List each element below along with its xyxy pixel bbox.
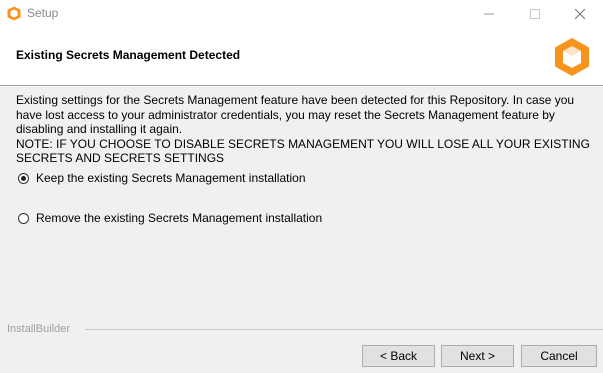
option-remove-label: Remove the existing Secrets Management i… (36, 211, 323, 225)
setup-app-icon (7, 6, 21, 21)
radio-unselected-icon[interactable] (18, 212, 29, 224)
maximize-icon (530, 8, 540, 19)
wizard-header: Existing Secrets Management Detected (0, 27, 603, 84)
orange-box-logo-icon (555, 38, 589, 76)
option-keep-label: Keep the existing Secrets Management ins… (36, 171, 306, 185)
footer-divider (85, 329, 603, 330)
minimize-button[interactable] (466, 0, 512, 27)
close-button[interactable] (557, 0, 603, 27)
title-bar: Setup (0, 0, 603, 27)
radio-selected-icon[interactable] (18, 172, 29, 184)
page-title: Existing Secrets Management Detected (16, 48, 241, 62)
warning-note: NOTE: IF YOU CHOOSE TO DISABLE SECRETS M… (16, 136, 590, 166)
installbuilder-brand: InstallBuilder (7, 323, 70, 335)
window-title: Setup (27, 6, 59, 20)
close-icon (575, 8, 585, 19)
option-remove[interactable]: Remove the existing Secrets Management i… (18, 211, 322, 225)
cancel-button[interactable]: Cancel (521, 345, 597, 367)
minimize-icon (484, 13, 494, 14)
back-button[interactable]: < Back (362, 345, 435, 367)
description-block: Existing settings for the Secrets Manage… (16, 93, 596, 166)
maximize-button[interactable] (512, 0, 558, 27)
wizard-content: Existing settings for the Secrets Manage… (0, 87, 603, 373)
next-button[interactable]: Next > (441, 345, 514, 367)
description-text: Existing settings for the Secrets Manage… (16, 93, 575, 137)
option-keep[interactable]: Keep the existing Secrets Management ins… (18, 171, 306, 185)
